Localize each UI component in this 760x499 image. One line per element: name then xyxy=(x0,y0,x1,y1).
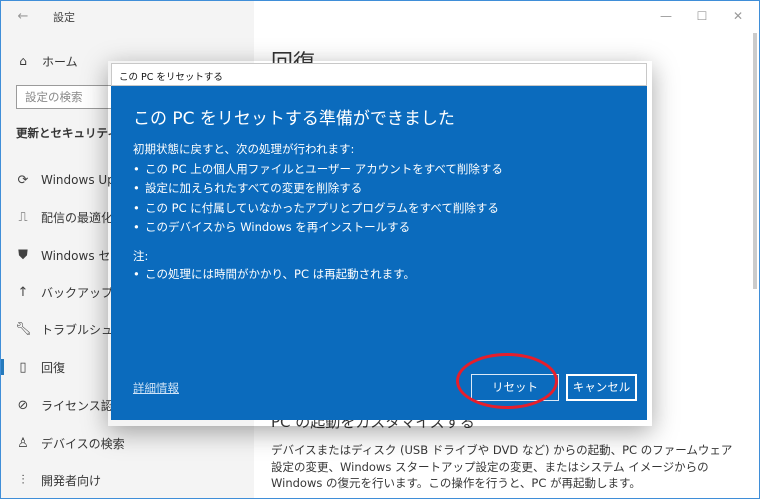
sidebar-home-label: ホーム xyxy=(42,54,78,69)
sidebar-item-label: デバイスの検索 xyxy=(41,436,125,451)
selected-indicator xyxy=(1,359,4,375)
dialog-bullet: • 設定に加えられたすべての変更を削除する xyxy=(133,181,363,195)
sidebar-item-label: 回復 xyxy=(41,360,66,375)
sidebar-item-label: 開発者向け xyxy=(41,473,102,488)
shield-icon: ⛊ xyxy=(18,247,28,263)
sync-icon: ⟳ xyxy=(17,172,29,188)
arrow-left-icon: ← xyxy=(17,9,29,24)
close-button[interactable]: ✕ xyxy=(721,5,755,27)
backup-arrow-icon: ↑ xyxy=(17,284,29,300)
dialog-title-bar: この PC をリセットする xyxy=(111,63,647,86)
note-text: この処理には時間がかかり、PC は再起動されます。 xyxy=(145,267,416,281)
title-bar: ← 設定 — ☐ ✕ xyxy=(1,1,759,33)
dialog-note: • この処理には時間がかかり、PC は再起動されます。 xyxy=(133,267,416,281)
sidebar-item-label: 配信の最適化 xyxy=(41,210,114,225)
wrench-icon: 🔧︎ xyxy=(15,321,32,337)
bullet-text: 設定に加えられたすべての変更を削除する xyxy=(145,181,363,195)
reset-button[interactable]: リセット xyxy=(471,374,559,401)
minimize-icon: — xyxy=(660,9,672,23)
person-location-icon: ♙ xyxy=(17,435,29,451)
sidebar-item-find-my-device[interactable]: ♙ デバイスの検索 xyxy=(1,428,254,458)
dialog-bullet: • このデバイスから Windows を再インストールする xyxy=(133,220,411,234)
dialog-window-title: この PC をリセットする xyxy=(119,72,223,83)
scrollbar[interactable] xyxy=(753,33,757,289)
section-description: デバイスまたはディスク (USB ドライブや DVD など) からの起動、PC … xyxy=(271,443,733,491)
bullet-text: このデバイスから Windows を再インストールする xyxy=(145,220,411,234)
minimize-button[interactable]: — xyxy=(649,5,683,27)
dialog-heading: この PC をリセットする準備ができました xyxy=(133,109,455,129)
recovery-icon: ▯ xyxy=(19,359,27,375)
section-title: 更新とセキュリティ xyxy=(16,126,119,140)
dialog-note-label: 注: xyxy=(133,249,149,263)
close-icon: ✕ xyxy=(732,9,744,23)
sidebar-item-for-developers[interactable]: ⫶ 開発者向け xyxy=(1,465,254,495)
more-info-link[interactable]: 詳細情報 xyxy=(133,380,179,396)
maximize-button[interactable]: ☐ xyxy=(685,5,719,27)
dialog-intro: 初期状態に戻すと、次の処理が行われます: xyxy=(133,142,355,156)
cancel-button[interactable]: キャンセル xyxy=(566,374,637,401)
dialog-bullet: • この PC 上の個人用ファイルとユーザー アカウントをすべて削除する xyxy=(133,162,503,176)
sidebar-item-home[interactable]: ⌂ ホーム xyxy=(16,51,78,71)
back-button[interactable]: ← xyxy=(11,6,35,28)
reset-dialog: この PC をリセットする準備ができました 初期状態に戻すと、次の処理が行われま… xyxy=(111,86,647,420)
sidebar-item-label: バックアップ xyxy=(41,285,114,300)
home-icon: ⌂ xyxy=(19,54,27,68)
delivery-optimization-icon: ⎍ xyxy=(18,209,28,225)
bullet-text: この PC 上の個人用ファイルとユーザー アカウントをすべて削除する xyxy=(145,162,503,176)
app-title: 設定 xyxy=(53,11,75,24)
maximize-icon: ☐ xyxy=(696,9,708,23)
check-circle-icon: ⊘ xyxy=(17,397,29,413)
dialog-bullet: • この PC に付属していなかったアプリとプログラムをすべて削除する xyxy=(133,201,499,215)
bullet-text: この PC に付属していなかったアプリとプログラムをすべて削除する xyxy=(145,201,499,215)
developer-icon: ⫶ xyxy=(21,472,25,488)
